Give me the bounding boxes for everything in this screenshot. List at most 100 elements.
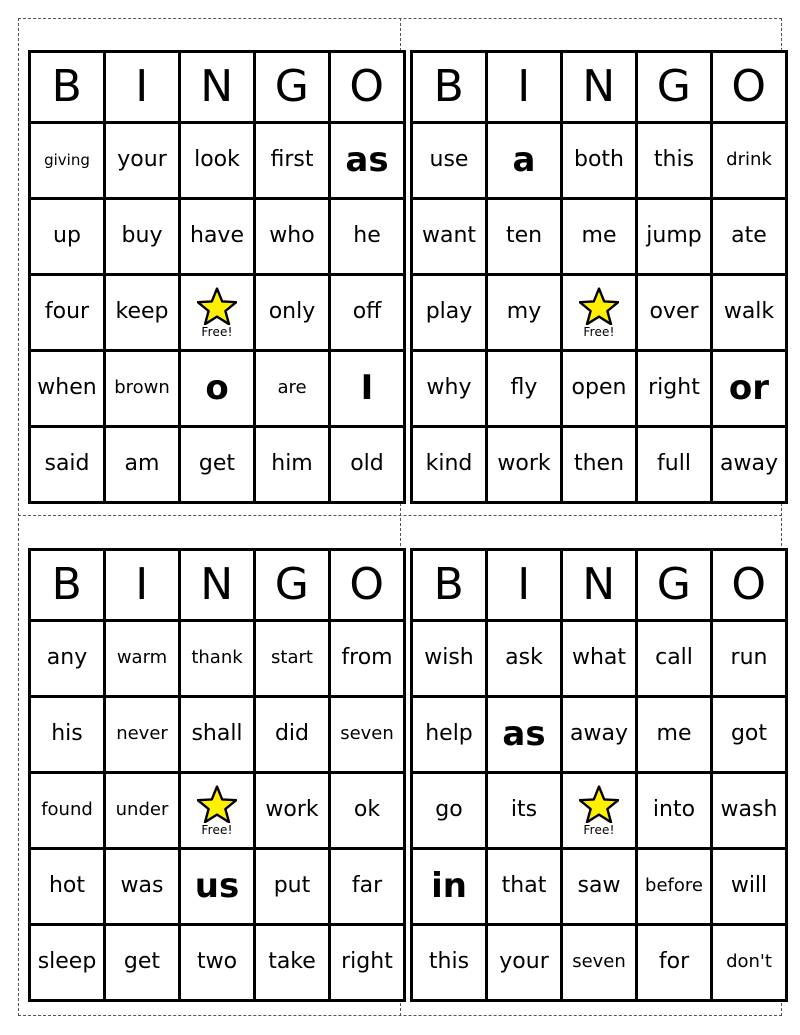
bingo-word-cell[interactable]: over xyxy=(638,276,710,349)
bingo-word-cell[interactable]: off xyxy=(331,276,403,349)
bingo-word-cell[interactable]: away xyxy=(713,428,785,501)
bingo-word-cell[interactable]: two xyxy=(181,926,253,999)
bingo-word-cell[interactable]: go xyxy=(413,774,485,847)
bingo-word-cell[interactable]: into xyxy=(638,774,710,847)
bingo-word-cell[interactable]: a xyxy=(488,124,560,197)
bingo-word-cell[interactable]: from xyxy=(331,622,403,695)
bingo-word-cell[interactable]: play xyxy=(413,276,485,349)
bingo-word-cell[interactable]: get xyxy=(106,926,178,999)
bingo-word-cell[interactable]: us xyxy=(181,850,253,923)
bingo-word-cell[interactable]: keep xyxy=(106,276,178,349)
bingo-word-cell[interactable]: up xyxy=(31,200,103,273)
bingo-word-cell[interactable]: in xyxy=(413,850,485,923)
bingo-word-cell[interactable]: what xyxy=(563,622,635,695)
bingo-word-cell[interactable]: seven xyxy=(563,926,635,999)
bingo-word-cell[interactable]: help xyxy=(413,698,485,771)
bingo-word-cell[interactable]: said xyxy=(31,428,103,501)
bingo-word-cell[interactable]: want xyxy=(413,200,485,273)
bingo-word-cell[interactable]: any xyxy=(31,622,103,695)
bingo-word-cell[interactable]: old xyxy=(331,428,403,501)
bingo-word-cell[interactable]: open xyxy=(563,352,635,425)
bingo-word-cell[interactable]: buy xyxy=(106,200,178,273)
bingo-word-cell[interactable]: sleep xyxy=(31,926,103,999)
bingo-word-cell[interactable]: ok xyxy=(331,774,403,847)
bingo-word-cell[interactable]: your xyxy=(488,926,560,999)
bingo-word-cell[interactable]: its xyxy=(488,774,560,847)
bingo-word-cell[interactable]: your xyxy=(106,124,178,197)
bingo-word-cell[interactable]: was xyxy=(106,850,178,923)
bingo-word-cell[interactable]: both xyxy=(563,124,635,197)
bingo-word-cell[interactable]: warm xyxy=(106,622,178,695)
bingo-word-cell[interactable]: right xyxy=(331,926,403,999)
bingo-word-cell[interactable]: that xyxy=(488,850,560,923)
bingo-word-cell[interactable]: for xyxy=(638,926,710,999)
bingo-word-cell[interactable]: who xyxy=(256,200,328,273)
free-space-cell[interactable]: Free! xyxy=(563,774,635,847)
bingo-word-cell[interactable]: before xyxy=(638,850,710,923)
bingo-word-cell[interactable]: saw xyxy=(563,850,635,923)
bingo-word-cell[interactable]: drink xyxy=(713,124,785,197)
bingo-word-cell[interactable]: as xyxy=(488,698,560,771)
bingo-word-cell[interactable]: take xyxy=(256,926,328,999)
bingo-word-cell[interactable]: ask xyxy=(488,622,560,695)
bingo-word-cell[interactable]: work xyxy=(488,428,560,501)
bingo-word-cell[interactable]: this xyxy=(638,124,710,197)
free-space-cell[interactable]: Free! xyxy=(181,276,253,349)
bingo-word-cell[interactable]: right xyxy=(638,352,710,425)
bingo-word-cell[interactable]: are xyxy=(256,352,328,425)
bingo-word-cell[interactable]: don't xyxy=(713,926,785,999)
bingo-word-cell[interactable]: me xyxy=(563,200,635,273)
bingo-word-cell[interactable]: away xyxy=(563,698,635,771)
bingo-word-cell[interactable]: shall xyxy=(181,698,253,771)
bingo-word-cell[interactable]: wash xyxy=(713,774,785,847)
bingo-word-cell[interactable]: hot xyxy=(31,850,103,923)
bingo-word-cell[interactable]: seven xyxy=(331,698,403,771)
bingo-word-cell[interactable]: then xyxy=(563,428,635,501)
bingo-word-cell[interactable]: only xyxy=(256,276,328,349)
bingo-word-cell[interactable]: use xyxy=(413,124,485,197)
bingo-word-cell[interactable]: four xyxy=(31,276,103,349)
bingo-word-cell[interactable]: run xyxy=(713,622,785,695)
bingo-word-cell[interactable]: him xyxy=(256,428,328,501)
bingo-word-cell[interactable]: got xyxy=(713,698,785,771)
bingo-word-cell[interactable]: found xyxy=(31,774,103,847)
bingo-word-cell[interactable]: wish xyxy=(413,622,485,695)
bingo-word-cell[interactable]: I xyxy=(331,352,403,425)
bingo-word-cell[interactable]: my xyxy=(488,276,560,349)
bingo-word-cell[interactable]: his xyxy=(31,698,103,771)
bingo-word-cell[interactable]: have xyxy=(181,200,253,273)
bingo-word-cell[interactable]: never xyxy=(106,698,178,771)
bingo-word-cell[interactable]: me xyxy=(638,698,710,771)
bingo-word-cell[interactable]: he xyxy=(331,200,403,273)
bingo-word-cell[interactable]: as xyxy=(331,124,403,197)
bingo-word-cell[interactable]: look xyxy=(181,124,253,197)
bingo-word-cell[interactable]: am xyxy=(106,428,178,501)
bingo-word-cell[interactable]: will xyxy=(713,850,785,923)
bingo-word-cell[interactable]: get xyxy=(181,428,253,501)
bingo-word-cell[interactable]: jump xyxy=(638,200,710,273)
bingo-word-cell[interactable]: or xyxy=(713,352,785,425)
bingo-word-cell[interactable]: o xyxy=(181,352,253,425)
bingo-word-cell[interactable]: call xyxy=(638,622,710,695)
bingo-word-cell[interactable]: first xyxy=(256,124,328,197)
bingo-word-cell[interactable]: work xyxy=(256,774,328,847)
bingo-word-cell[interactable]: when xyxy=(31,352,103,425)
free-space-cell[interactable]: Free! xyxy=(181,774,253,847)
bingo-word-cell[interactable]: brown xyxy=(106,352,178,425)
bingo-word-cell[interactable]: start xyxy=(256,622,328,695)
bingo-word-cell[interactable]: walk xyxy=(713,276,785,349)
bingo-word-cell[interactable]: ate xyxy=(713,200,785,273)
bingo-word-cell[interactable]: under xyxy=(106,774,178,847)
bingo-word-cell[interactable]: giving xyxy=(31,124,103,197)
bingo-word-cell[interactable]: fly xyxy=(488,352,560,425)
bingo-word-cell[interactable]: far xyxy=(331,850,403,923)
bingo-word-cell[interactable]: ten xyxy=(488,200,560,273)
bingo-word-cell[interactable]: this xyxy=(413,926,485,999)
free-space-cell[interactable]: Free! xyxy=(563,276,635,349)
bingo-word-cell[interactable]: full xyxy=(638,428,710,501)
bingo-word-cell[interactable]: why xyxy=(413,352,485,425)
bingo-word-cell[interactable]: put xyxy=(256,850,328,923)
bingo-word-cell[interactable]: kind xyxy=(413,428,485,501)
bingo-word-cell[interactable]: did xyxy=(256,698,328,771)
bingo-word-cell[interactable]: thank xyxy=(181,622,253,695)
